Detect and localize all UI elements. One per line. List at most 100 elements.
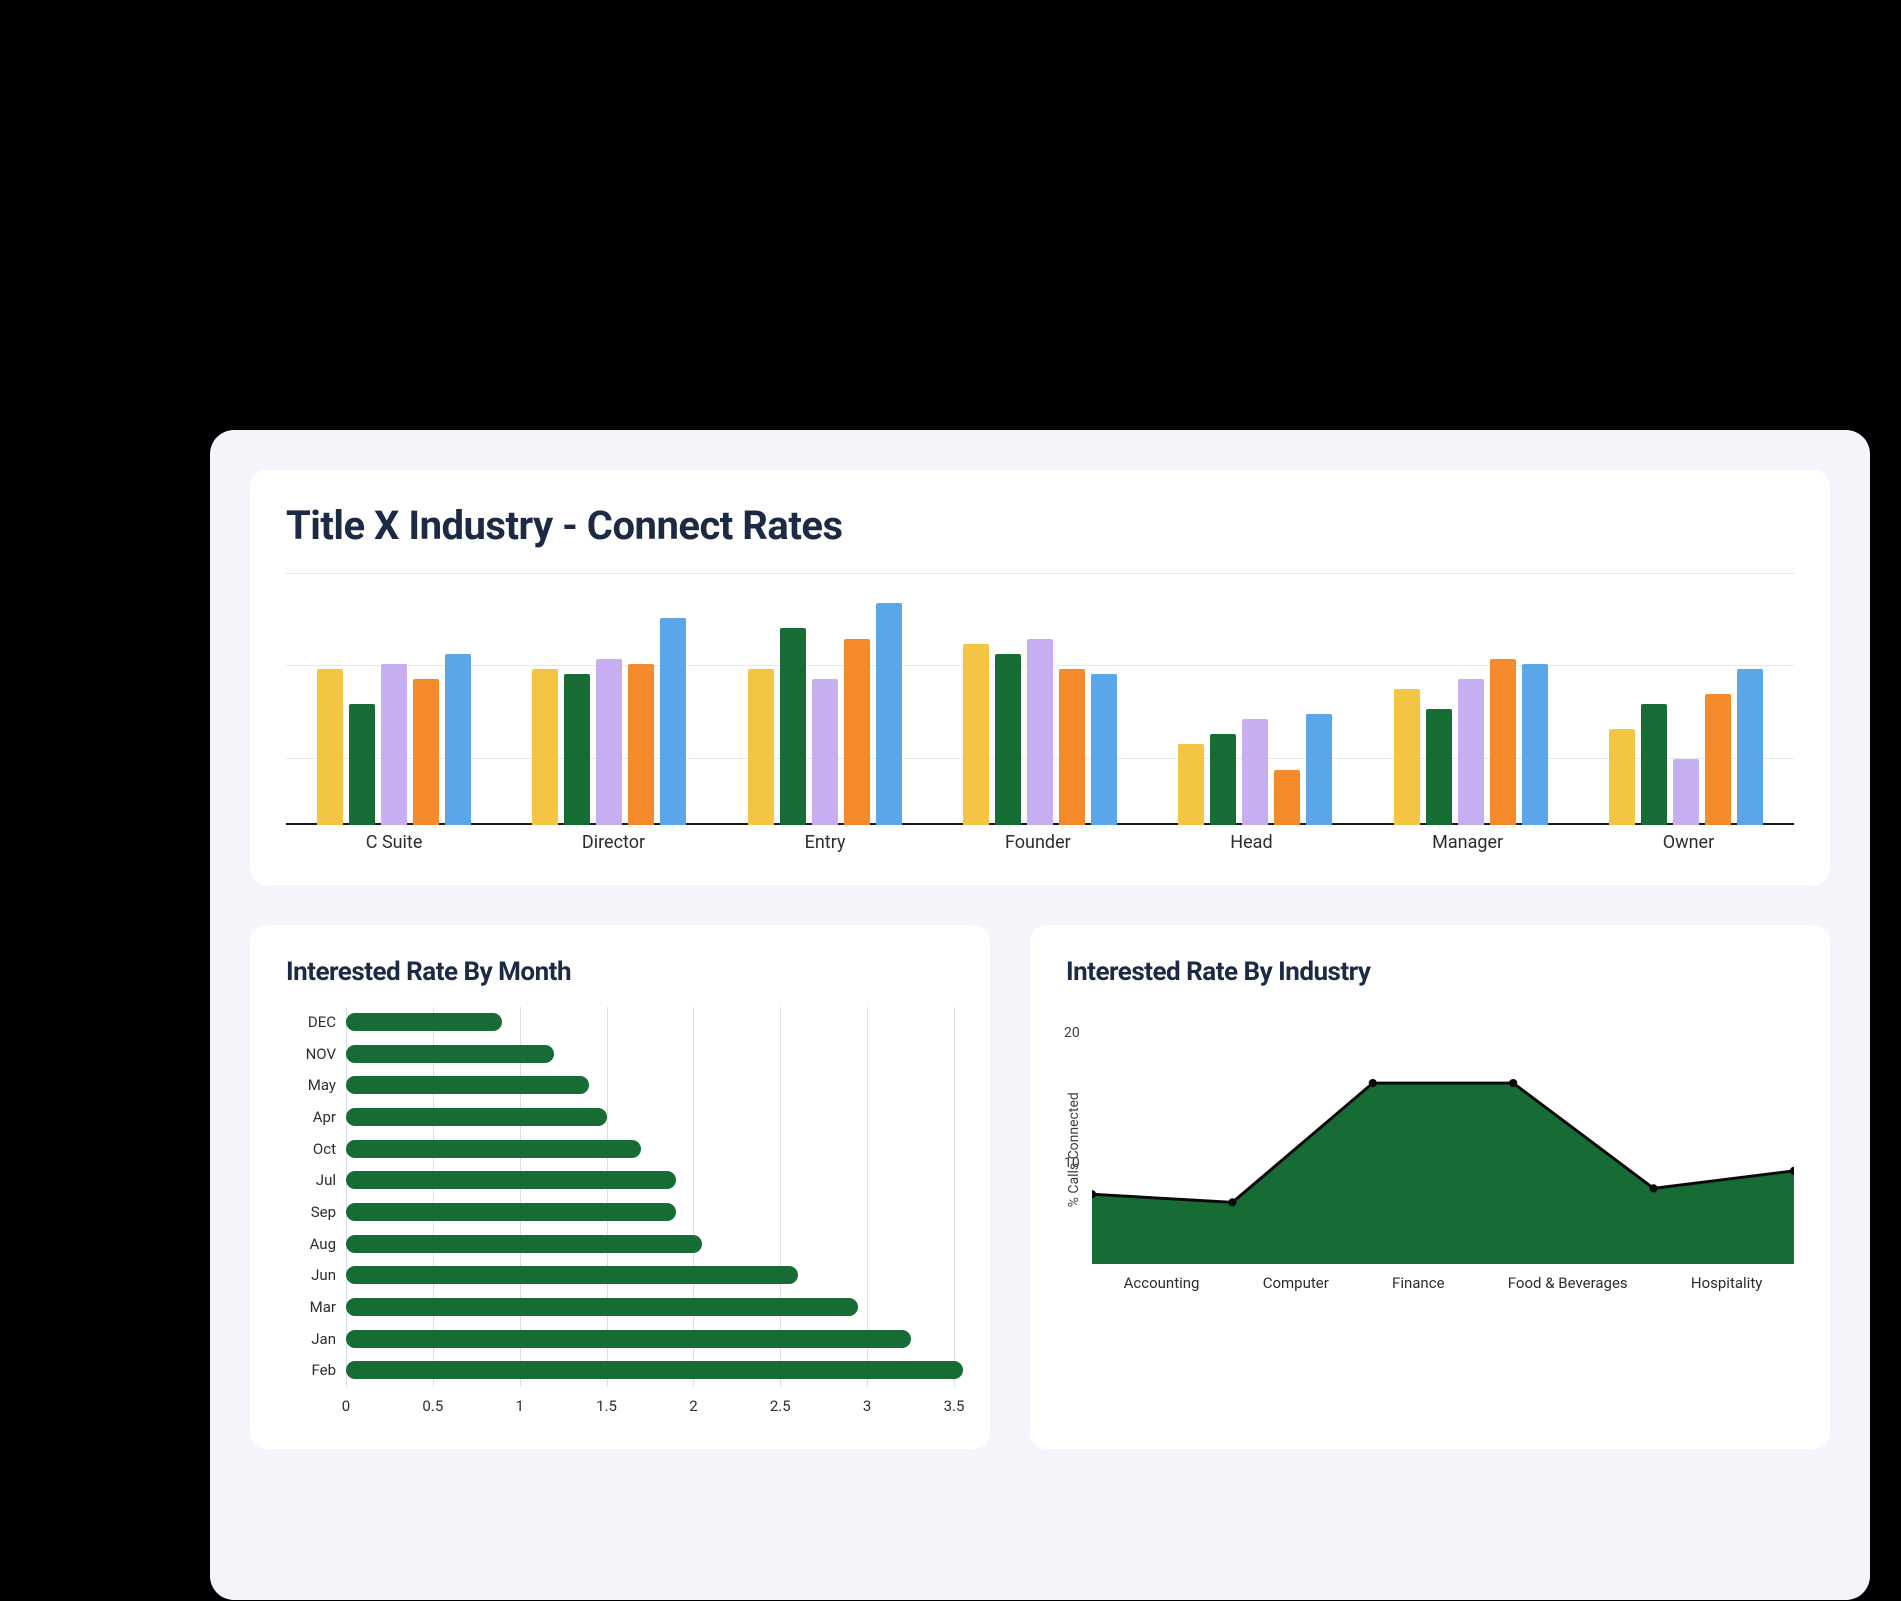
bar [1027,639,1053,825]
bar [780,628,806,825]
bar [1673,759,1699,825]
area-category-label: Food & Beverages [1508,1274,1628,1292]
area-chart: % Calls Connected Accounting Computer Fina… [1066,1007,1794,1292]
bar [1306,714,1332,825]
dashboard-panel: Title X Industry - Connect Rates C Suite… [210,430,1870,1600]
hbar-row: May [346,1076,589,1094]
area-category-label: Accounting [1124,1274,1200,1292]
bar [445,654,471,825]
hbar-bar [346,1235,702,1253]
bar-category-label: Manager [1432,832,1503,853]
bar [564,674,590,825]
hbar-bar [346,1013,502,1031]
chart-title-month: Interested Rate By Month [286,957,954,987]
hbar-row: NOV [346,1045,554,1063]
bar-group [748,603,902,825]
hbar-row: Oct [346,1140,641,1158]
bar [1641,704,1667,825]
hbar-category-label: Sep [311,1203,346,1221]
bar [1705,694,1731,825]
hbar-row: Mar [346,1298,858,1316]
hbar-bar [346,1076,589,1094]
area-category-label: Finance [1392,1274,1444,1292]
bar [812,679,838,825]
bar [1426,709,1452,825]
hbar-row: Jun [346,1266,798,1284]
bar-group [1394,659,1548,825]
hbar-bar [346,1203,676,1221]
x-tick-label: 3 [863,1397,871,1415]
x-tick-label: 0 [342,1397,350,1415]
horizontal-bar-chart: DECNOVMayAprOctJulSepAugJunMarJanFeb 00.… [286,1007,954,1417]
hbar-row: Sep [346,1203,676,1221]
hbar-row: Jul [346,1171,676,1189]
hbar-category-label: Feb [311,1361,346,1379]
card-interested-industry: Interested Rate By Industry % Calls Conn… [1030,925,1830,1449]
bar [1274,770,1300,825]
x-tick-label: 2.5 [770,1397,791,1415]
bar [1242,719,1268,825]
bar-group [532,618,686,825]
bar-category-label: Director [582,832,645,853]
hbar-bar [346,1045,554,1063]
area-chart-ylabel: % Calls Connected [1066,1007,1082,1292]
bar [1394,689,1420,825]
x-tick-label: 3.5 [944,1397,965,1415]
hbar-bar [346,1171,676,1189]
y-tick-label: 10 [1064,1155,1080,1171]
bar [1210,734,1236,825]
area-category-label: Computer [1263,1274,1329,1292]
hbar-bar [346,1266,798,1284]
x-tick-label: 0.5 [422,1397,443,1415]
bar [876,603,902,825]
bar [1059,669,1085,825]
y-tick-label: 20 [1064,1025,1080,1041]
bar [532,669,558,825]
bar [317,669,343,825]
hbar-category-label: Oct [313,1140,346,1158]
card-interested-month: Interested Rate By Month DECNOVMayAprOct… [250,925,990,1449]
hbar-category-label: Jul [316,1171,346,1189]
hbar-category-label: Jun [311,1266,346,1284]
bar [381,664,407,825]
x-tick-label: 1.5 [596,1397,617,1415]
hbar-bar [346,1361,963,1379]
bar [1737,669,1763,825]
hbar-bar [346,1140,641,1158]
bar [995,654,1021,825]
hbar-row: Jan [346,1330,911,1348]
hbar-category-label: NOV [306,1045,346,1063]
bar-group [1178,714,1332,825]
x-tick-label: 1 [515,1397,523,1415]
card-title-industry: Title X Industry - Connect Rates C Suite… [250,470,1830,885]
bar [1091,674,1117,825]
bar [844,639,870,825]
bar [1490,659,1516,825]
bar [1522,664,1548,825]
bar [1178,744,1204,825]
hbar-category-label: Jan [311,1330,346,1348]
bar [596,659,622,825]
hbar-row: Apr [346,1108,607,1126]
hbar-category-label: DEC [308,1013,346,1031]
bar [1609,729,1635,825]
hbar-category-label: May [308,1076,346,1094]
bar [628,664,654,825]
hbar-category-label: Mar [310,1298,346,1316]
chart-title-top: Title X Industry - Connect Rates [286,502,1794,549]
hbar-bar [346,1108,607,1126]
bar-category-label: Founder [1005,832,1071,853]
hbar-bar [346,1330,911,1348]
bar [349,704,375,825]
bar-category-label: Owner [1663,832,1715,853]
bar-group [317,654,471,825]
area-category-label: Hospitality [1691,1274,1762,1292]
hbar-category-label: Apr [313,1108,346,1126]
bar-category-label: Entry [805,832,846,853]
hbar-row: Feb [346,1361,963,1379]
grouped-bar-chart: C SuiteDirectorEntryFounderHeadManagerOw… [286,573,1794,853]
bar-category-label: C Suite [366,832,423,853]
bar-group [963,639,1117,825]
hbar-row: DEC [346,1013,502,1031]
bar [413,679,439,825]
